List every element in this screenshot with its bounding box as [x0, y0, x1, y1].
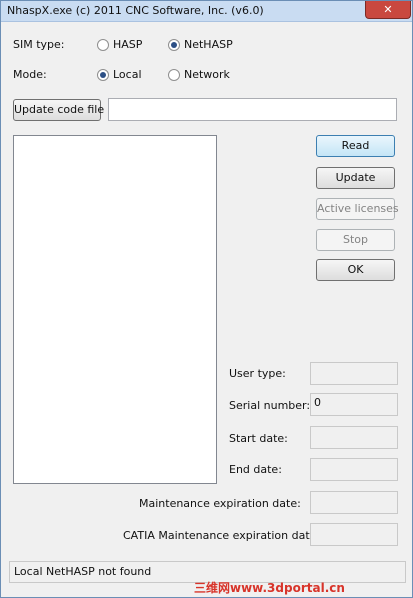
- update-button[interactable]: Update: [316, 167, 395, 189]
- radio-nethasp[interactable]: [168, 39, 180, 51]
- ok-button[interactable]: OK: [316, 259, 395, 281]
- catia-maintenance-expiration-field: [310, 523, 398, 546]
- start-date-field: [310, 426, 398, 449]
- window-title: NhaspX.exe (c) 2011 CNC Software, Inc. (…: [7, 4, 264, 17]
- title-bar[interactable]: NhaspX.exe (c) 2011 CNC Software, Inc. (…: [1, 1, 412, 22]
- maintenance-expiration-label: Maintenance expiration date:: [139, 497, 301, 510]
- end-date-field: [310, 458, 398, 481]
- license-listbox[interactable]: [13, 135, 217, 484]
- read-button[interactable]: Read: [316, 135, 395, 157]
- sim-type-label: SIM type:: [13, 38, 65, 51]
- radio-local-label[interactable]: Local: [113, 68, 142, 81]
- update-code-file-button[interactable]: Update code file: [13, 99, 104, 121]
- radio-selected-dot: [171, 42, 177, 48]
- radio-hasp[interactable]: [97, 39, 109, 51]
- close-icon: ✕: [383, 3, 393, 16]
- code-file-path-input[interactable]: [108, 98, 397, 121]
- catia-maintenance-expiration-label: CATIA Maintenance expiration date:: [123, 529, 321, 542]
- radio-network[interactable]: [168, 69, 180, 81]
- stop-button[interactable]: Stop: [316, 229, 395, 251]
- radio-network-label[interactable]: Network: [184, 68, 230, 81]
- mode-label: Mode:: [13, 68, 47, 81]
- serial-number-field: 0: [310, 393, 398, 416]
- app-window: NhaspX.exe (c) 2011 CNC Software, Inc. (…: [0, 0, 413, 598]
- user-type-label: User type:: [229, 367, 286, 380]
- radio-local[interactable]: [97, 69, 109, 81]
- radio-selected-dot: [100, 72, 106, 78]
- serial-number-label: Serial number:: [229, 399, 311, 412]
- watermark-text: 三维网www.3dportal.cn: [194, 581, 345, 595]
- start-date-label: Start date:: [229, 432, 288, 445]
- radio-hasp-label[interactable]: HASP: [113, 38, 142, 51]
- status-text: Local NetHASP not found: [14, 565, 152, 578]
- end-date-label: End date:: [229, 463, 282, 476]
- maintenance-expiration-field: [310, 491, 398, 514]
- user-type-field: [310, 362, 398, 385]
- serial-number-value: 0: [314, 396, 321, 409]
- close-button[interactable]: ✕: [365, 1, 411, 19]
- active-licenses-button[interactable]: Active licenses: [316, 198, 399, 220]
- dialog-client-area: SIM type: HASP NetHASP Mode: Local Netwo…: [2, 22, 411, 595]
- radio-nethasp-label[interactable]: NetHASP: [184, 38, 233, 51]
